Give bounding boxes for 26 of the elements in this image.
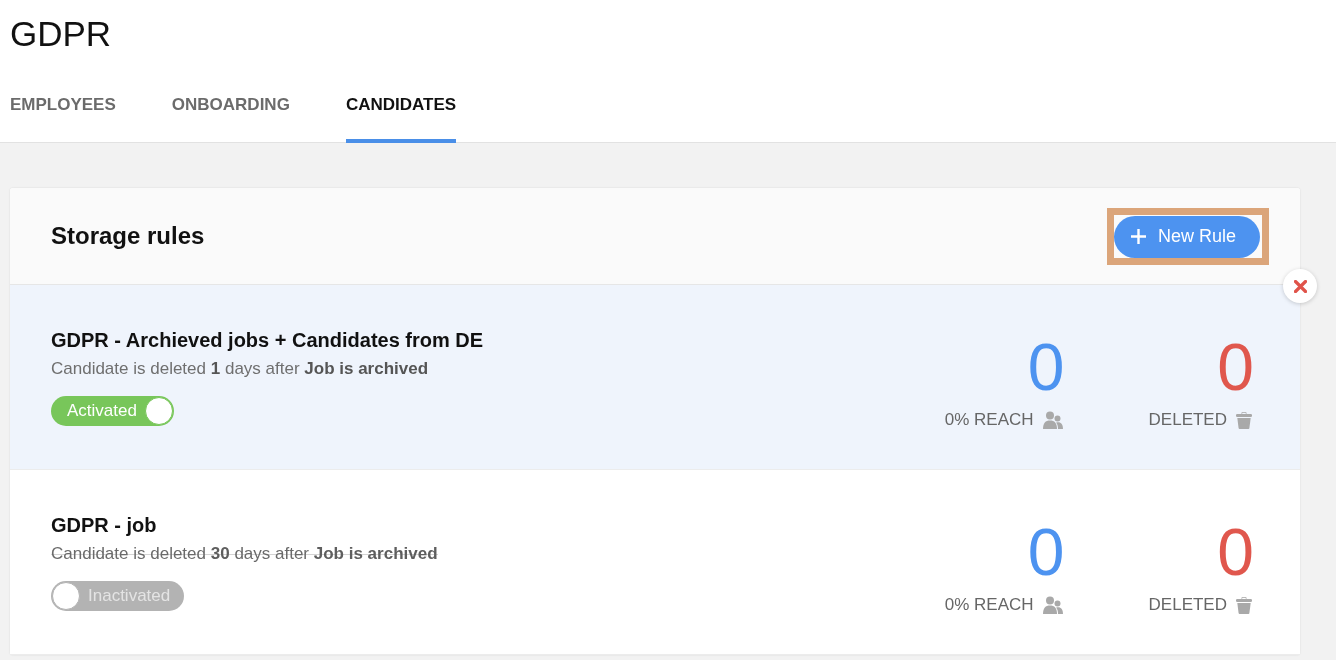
new-rule-button[interactable]: New Rule — [1113, 215, 1260, 258]
tab[interactable]: CANDIDATES — [345, 95, 457, 143]
close-button[interactable] — [1283, 269, 1317, 303]
card-title: Storage rules — [51, 222, 205, 250]
rule-title: GDPR - Archieved jobs + Candidates from DE — [51, 328, 484, 352]
stat-label: DELETED — [1148, 595, 1227, 615]
toggle-knob — [52, 582, 80, 610]
rule-title: GDPR - job — [51, 513, 157, 537]
page-title: GDPR — [10, 13, 112, 55]
rule-description: Candidate is deleted 1 days after Job is archived — [51, 358, 429, 380]
plus-icon — [1130, 229, 1146, 244]
deleted-count: 0 — [1217, 334, 1254, 400]
trash-icon — [1236, 411, 1252, 429]
trash-icon — [1236, 596, 1252, 614]
stat-label: DELETED — [1148, 410, 1227, 430]
close-icon — [1293, 279, 1307, 293]
people-icon — [1042, 596, 1063, 614]
toggle-knob — [144, 397, 173, 425]
stat-label: 0% REACH — [944, 595, 1034, 615]
stat-label: 0% REACH — [944, 410, 1034, 430]
tab[interactable]: EMPLOYEES — [10, 95, 116, 143]
deleted-count: 0 — [1217, 519, 1254, 585]
tab[interactable]: ONBOARDING — [171, 95, 290, 143]
people-icon — [1042, 411, 1063, 429]
reach-count: 0 — [1027, 334, 1065, 400]
reach-count: 0 — [1027, 519, 1065, 585]
